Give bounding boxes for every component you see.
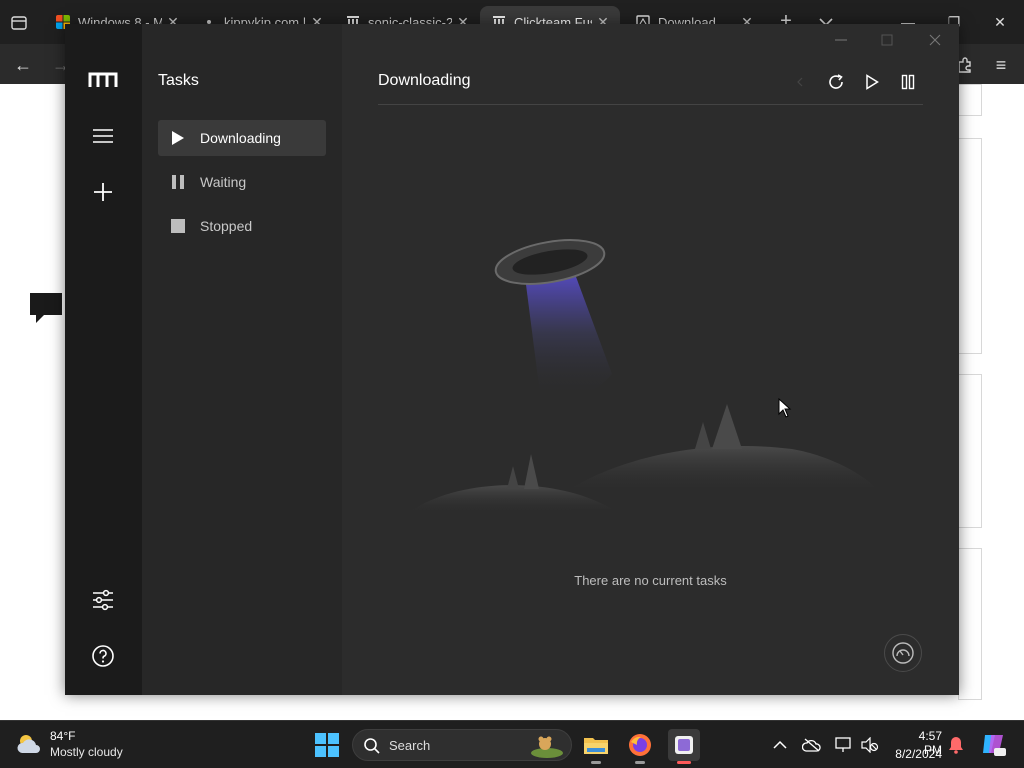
- download-manager-window: Tasks Downloading Waiting Stopped Downlo…: [65, 24, 959, 695]
- running-indicator: [591, 761, 601, 764]
- play-icon: [170, 130, 186, 146]
- windows-taskbar: 84°F Mostly cloudy Search 4:57 PM 8/2/20…: [0, 720, 1024, 768]
- downloads-content: Downloading There are no current tasks: [342, 24, 959, 695]
- refresh-icon[interactable]: [822, 68, 850, 96]
- empty-state-ufo-illustration: [412, 239, 882, 514]
- tab-actions-icon[interactable]: [8, 12, 30, 34]
- nav-item-waiting[interactable]: Waiting: [158, 164, 326, 200]
- volume-muted-icon[interactable]: [860, 735, 880, 755]
- hamburger-menu-icon[interactable]: [87, 120, 119, 152]
- page-card: [958, 138, 982, 354]
- clock-date[interactable]: 8/2/2024: [890, 747, 942, 761]
- minimize-icon[interactable]: [826, 30, 856, 50]
- pause-all-icon[interactable]: [894, 68, 922, 96]
- mouse-cursor-icon: [778, 398, 792, 418]
- cloud-sync-icon[interactable]: [802, 735, 822, 755]
- search-icon: [364, 738, 380, 754]
- download-manager-taskbar-icon[interactable]: [668, 729, 700, 764]
- search-highlight-illustration: [531, 736, 563, 758]
- copilot-icon[interactable]: [980, 731, 1006, 757]
- nav-item-label: Downloading: [200, 130, 281, 146]
- chat-bubble-icon[interactable]: [28, 291, 64, 325]
- firefox-icon[interactable]: [624, 729, 656, 764]
- windows-start-icon[interactable]: [315, 733, 339, 757]
- nav-item-downloading[interactable]: Downloading: [158, 120, 326, 156]
- running-indicator: [635, 761, 645, 764]
- notification-bell-icon[interactable]: [946, 735, 966, 755]
- nav-item-label: Stopped: [200, 218, 253, 234]
- page-card: [958, 548, 982, 700]
- search-placeholder: Search: [389, 738, 431, 753]
- close-icon[interactable]: [920, 30, 950, 50]
- back-arrow-icon[interactable]: ←: [10, 52, 36, 78]
- show-hidden-icons-chevron-up-icon[interactable]: [770, 735, 790, 755]
- browser-close-button[interactable]: ✕: [980, 8, 1020, 36]
- tasks-nav-pane: Tasks Downloading Waiting Stopped: [142, 24, 342, 695]
- page-title: Downloading: [378, 72, 471, 89]
- nav-title: Tasks: [158, 72, 199, 89]
- pause-icon: [170, 174, 186, 190]
- weather-temperature[interactable]: 84°F: [50, 729, 75, 743]
- empty-state-message: There are no current tasks: [574, 573, 727, 588]
- nav-item-stopped[interactable]: Stopped: [158, 208, 326, 244]
- speed-gauge-icon[interactable]: [884, 634, 922, 672]
- cloudy-weather-icon[interactable]: [16, 733, 44, 755]
- chevron-left-icon[interactable]: [786, 68, 814, 96]
- page-card: [958, 84, 982, 116]
- maximize-icon[interactable]: [872, 30, 902, 50]
- stop-icon: [170, 218, 186, 234]
- page-card: [958, 374, 982, 528]
- settings-sliders-icon[interactable]: [87, 584, 119, 616]
- nav-item-label: Waiting: [200, 174, 247, 190]
- file-explorer-icon[interactable]: [580, 729, 612, 764]
- app-logo-icon: [87, 64, 119, 96]
- menu-icon[interactable]: ≡: [988, 52, 1014, 78]
- app-icon-rail: [65, 24, 142, 695]
- taskbar-search[interactable]: Search: [352, 729, 572, 761]
- resume-play-icon[interactable]: [858, 68, 886, 96]
- active-indicator: [677, 761, 691, 764]
- network-display-icon[interactable]: [834, 735, 854, 755]
- header-divider: [378, 104, 923, 105]
- weather-description[interactable]: Mostly cloudy: [50, 745, 123, 759]
- add-task-icon[interactable]: [87, 176, 119, 208]
- help-icon[interactable]: [87, 640, 119, 672]
